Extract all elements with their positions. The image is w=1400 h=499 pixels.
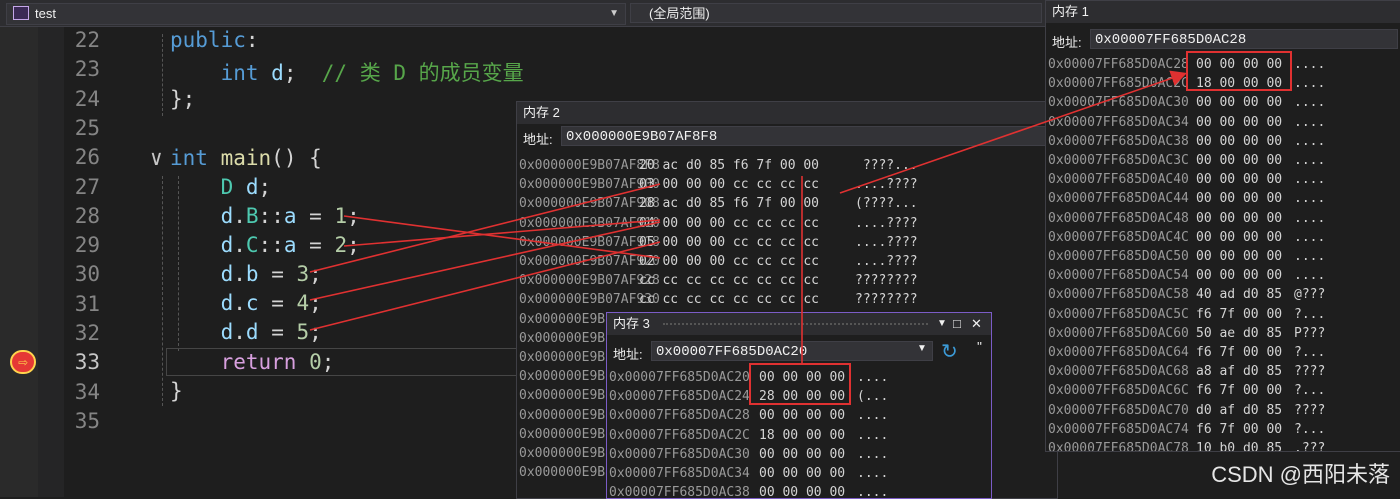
arrow-mem2-to-mem1 — [839, 70, 1188, 194]
arrow-d-to-mem — [309, 241, 661, 331]
annotation-arrows — [309, 70, 1188, 363]
arrow-b-to-mem — [309, 183, 661, 273]
watermark: CSDN @西阳未落 — [1211, 462, 1390, 487]
